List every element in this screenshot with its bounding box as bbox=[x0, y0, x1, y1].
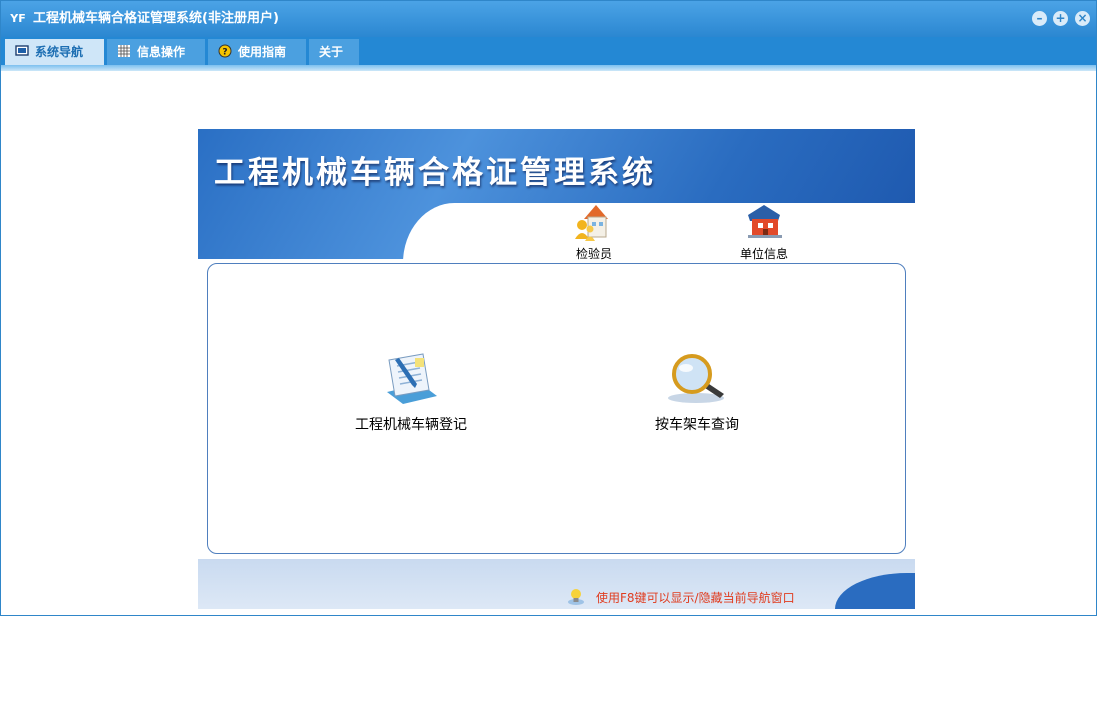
company-info-button[interactable]: 单位信息 bbox=[724, 199, 804, 262]
tab-about[interactable]: 关于 bbox=[309, 39, 359, 65]
minimize-icon[interactable]: – bbox=[1032, 11, 1047, 26]
app-logo-icon: YF bbox=[10, 12, 26, 25]
vehicle-register-label: 工程机械车辆登记 bbox=[355, 417, 467, 433]
tab-label: 信息操作 bbox=[137, 45, 186, 59]
close-icon[interactable]: × bbox=[1075, 11, 1090, 26]
tab-user-guide[interactable]: ? 使用指南 bbox=[208, 39, 306, 65]
company-icon bbox=[748, 205, 782, 238]
vin-query-button[interactable]: 按车架车查询 bbox=[642, 350, 752, 434]
tab-info-operations[interactable]: 信息操作 bbox=[107, 39, 205, 65]
main-navigation-box: 工程机械车辆登记 按车架车查询 bbox=[207, 263, 906, 554]
footer-bar: 使用F8键可以显示/隐藏当前导航窗口 bbox=[198, 559, 915, 609]
vehicle-register-button[interactable]: 工程机械车辆登记 bbox=[346, 350, 476, 434]
footer-swoosh bbox=[835, 573, 915, 609]
window-title: 工程机械车辆合格证管理系统(非注册用户) bbox=[33, 11, 279, 26]
svg-text:?: ? bbox=[222, 48, 227, 58]
tab-label: 系统导航 bbox=[35, 45, 84, 59]
tab-bar: 系统导航 信息操作 ? 使用指南 关于 bbox=[1, 37, 1096, 65]
f8-hint-text: 使用F8键可以显示/隐藏当前导航窗口 bbox=[596, 591, 795, 605]
grid-icon bbox=[118, 45, 130, 57]
monitor-icon bbox=[15, 45, 29, 56]
vin-query-label: 按车架车查询 bbox=[655, 417, 739, 433]
restore-icon[interactable]: + bbox=[1053, 11, 1068, 26]
register-document-icon bbox=[387, 353, 437, 404]
tab-bar-divider bbox=[1, 65, 1096, 71]
tab-label: 使用指南 bbox=[238, 45, 287, 59]
navigation-panel: 工程机械车辆合格证管理系统 检验员 单位信息 工程机械车辆登记 按车架车查询 使… bbox=[198, 129, 915, 609]
help-icon: ? bbox=[218, 44, 232, 58]
banner-title: 工程机械车辆合格证管理系统 bbox=[214, 155, 656, 191]
tab-system-navigation[interactable]: 系统导航 bbox=[5, 39, 104, 65]
magnifier-icon bbox=[668, 354, 724, 403]
banner-wave bbox=[403, 203, 915, 263]
f8-hint: 使用F8键可以显示/隐藏当前导航窗口 bbox=[568, 589, 795, 606]
inspector-button[interactable]: 检验员 bbox=[554, 199, 634, 262]
title-bar[interactable]: YF 工程机械车辆合格证管理系统(非注册用户) – + × bbox=[1, 1, 1096, 37]
lightbulb-icon bbox=[568, 589, 584, 605]
tab-label: 关于 bbox=[319, 45, 344, 59]
company-info-label: 单位信息 bbox=[739, 247, 788, 261]
inspector-label: 检验员 bbox=[575, 247, 612, 261]
inspector-icon bbox=[575, 205, 608, 241]
